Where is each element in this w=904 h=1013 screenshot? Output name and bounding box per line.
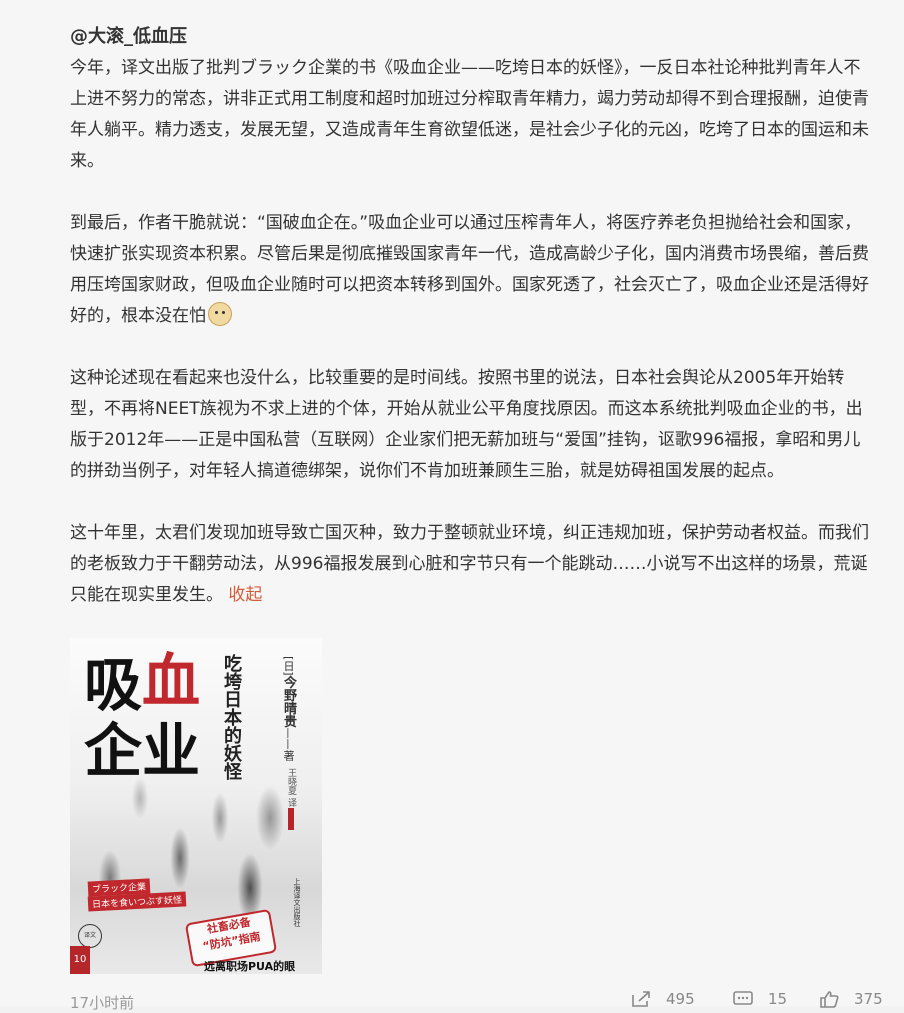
book-title-char: 吸 [84, 651, 143, 719]
book-bottom-text: 远离职场PUA的眼 [204, 960, 296, 973]
book-title-char: 业 [142, 717, 201, 785]
like-count: 375 [854, 990, 883, 1008]
publisher-logo-icon: 译文 [78, 924, 102, 948]
book-subtitle: 吃垮日本的妖怪 [221, 654, 242, 780]
post-paragraph-2: 到最后，作者干脆就说：“国破血企在。”吸血企业可以通过压榨青年人，将医疗养老负担… [70, 208, 870, 332]
book-cover-image[interactable]: 吸 血 企 业 吃垮日本的妖怪 [日]今野晴贵——著 王晓夏 译 上海译文出版社… [70, 638, 322, 974]
comment-count: 15 [768, 990, 788, 1008]
post-paragraph-4-text: 这十年里，太君们发现加班导致亡国灭种，致力于整顿就业环境，纠正违规加班，保护劳动… [70, 523, 869, 605]
book-author: [日]今野晴贵——著 [281, 656, 296, 761]
comment-button[interactable]: 15 [732, 990, 787, 1008]
book-author-prefix: [日] [282, 656, 295, 676]
book-translator: 王晓夏 译 [286, 768, 296, 807]
post-timestamp: 17小时前 [70, 994, 135, 1012]
book-title-char: 企 [84, 717, 143, 785]
post-paragraph-3: 这种论述现在看起来也没什么，比较重要的是时间线。按照书里的说法，日本社会舆论从2… [70, 368, 863, 481]
post-paragraph-4: 这十年里，太君们发现加班导致亡国灭种，致力于整顿就业环境，纠正违规加班，保护劳动… [70, 518, 870, 611]
doge-emoji-icon [208, 302, 232, 326]
share-count: 495 [666, 990, 695, 1008]
share-icon [632, 991, 650, 1007]
comment-icon [733, 991, 753, 1005]
post-paragraph-1: 今年，译文出版了批判ブラック企業的书《吸血企业——吃垮日本的妖怪》，一反日本社论… [70, 58, 869, 171]
red-bar [288, 808, 294, 830]
series-badge: 10 [70, 946, 90, 974]
post-content: 今年，译文出版了批判ブラック企業的书《吸血企业——吃垮日本的妖怪》，一反日本社论… [70, 53, 870, 611]
like-button[interactable]: 375 [818, 990, 883, 1008]
weibo-post-card: @大滚_低血压 今年，译文出版了批判ブラック企業的书《吸血企业——吃垮日本的妖怪… [0, 0, 904, 1012]
post-footer: 17小时前 495 15 375 [0, 990, 904, 1012]
post-author[interactable]: @大滚_低血压 [70, 22, 187, 48]
thumbs-up-icon [820, 991, 839, 1008]
post-paragraph-2-text: 到最后，作者干脆就说：“国破血企在。”吸血企业可以通过压榨青年人，将医疗养老负担… [70, 213, 869, 326]
share-button[interactable]: 495 [630, 990, 695, 1008]
book-author-suffix: ——著 [282, 727, 295, 761]
book-publisher: 上海译文出版社 [293, 878, 301, 927]
book-title-char: 血 [142, 647, 201, 715]
book-author-name: 今野晴贵 [281, 675, 296, 728]
collapse-link[interactable]: 收起 [228, 585, 262, 605]
